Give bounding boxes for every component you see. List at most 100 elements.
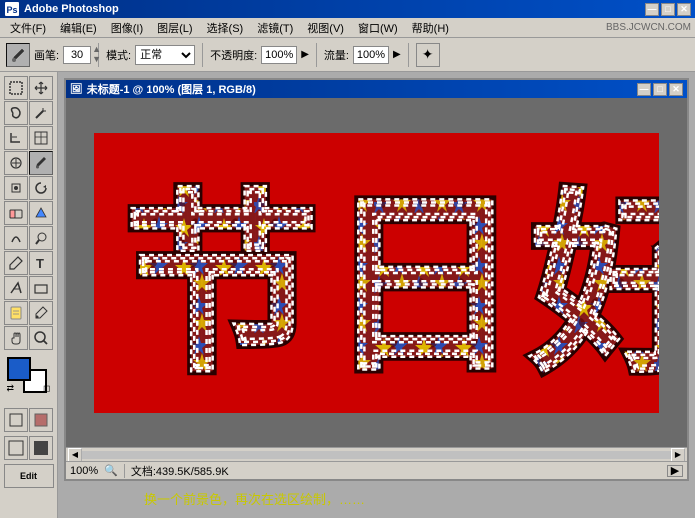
horizontal-scrollbar[interactable]: ◀ ▶: [66, 447, 687, 461]
canvas-viewport[interactable]: 节日好 节日好 节日好 节日好: [66, 98, 687, 447]
scroll-left-btn[interactable]: ◀: [68, 448, 82, 462]
zoom-controls[interactable]: 🔍: [104, 464, 118, 477]
edit-app-btn[interactable]: Edit: [4, 464, 54, 488]
path-select-tool[interactable]: [4, 276, 28, 300]
hand-tool[interactable]: [4, 326, 28, 350]
divider-3: [316, 43, 317, 67]
brush-label: 画笔:: [34, 47, 59, 63]
flow-arrow[interactable]: ▶: [393, 49, 401, 60]
document-window: 🖼 未标题-1 @ 100% (图层 1, RGB/8) — □ ✕: [64, 78, 689, 481]
image-canvas: 节日好 节日好 节日好 节日好: [94, 133, 659, 413]
notes-tool[interactable]: [4, 301, 28, 325]
opacity-label: 不透明度:: [210, 47, 257, 63]
tool-row-2: [2, 101, 55, 125]
healing-tool[interactable]: [4, 151, 28, 175]
bbs-tag: BBS.JCWCN.COM: [606, 22, 691, 33]
crop-tool[interactable]: [4, 126, 28, 150]
magic-wand-tool[interactable]: [29, 101, 53, 125]
dodge-tool[interactable]: [29, 226, 53, 250]
tool-row-6: [2, 201, 55, 225]
tool-row-8: T: [2, 251, 55, 275]
zoom-level: 100%: [70, 465, 98, 477]
menu-bar: 文件(F) 编辑(E) 图像(I) 图层(L) 选择(S) 滤镜(T) 视图(V…: [0, 18, 695, 38]
app-title: Adobe Photoshop: [24, 3, 645, 15]
blur-tool[interactable]: [4, 226, 28, 250]
brush-size-input[interactable]: [63, 46, 91, 64]
tool-row-4: [2, 151, 55, 175]
maximize-button[interactable]: □: [661, 3, 675, 16]
status-bar: 100% 🔍 文档:439.5K/585.9K ▶: [66, 461, 687, 479]
fill-tool[interactable]: [29, 201, 53, 225]
eyedropper-tool[interactable]: [29, 301, 53, 325]
extra-tools: Edit: [2, 408, 55, 488]
divider-4: [408, 43, 409, 67]
tool-row-9: [2, 276, 55, 300]
foreground-color[interactable]: [7, 357, 31, 381]
canvas-text-dashed-border: 节日好: [124, 177, 659, 395]
doc-window-buttons[interactable]: — □ ✕: [637, 83, 683, 96]
menu-window[interactable]: 窗口(W): [352, 18, 404, 38]
airbrush-btn[interactable]: ✦: [416, 43, 440, 67]
scroll-track-h[interactable]: [82, 451, 671, 459]
doc-info: 文档:439.5K/585.9K: [131, 463, 229, 479]
scroll-down-small[interactable]: ▶: [667, 465, 683, 477]
main-area: T: [0, 72, 695, 518]
brush-size-arrows[interactable]: ▲▼: [92, 44, 101, 64]
doc-title-bar: 🖼 未标题-1 @ 100% (图层 1, RGB/8) — □ ✕: [66, 80, 687, 98]
marquee-tool[interactable]: [4, 76, 28, 100]
close-button[interactable]: ✕: [677, 3, 691, 16]
history-brush-tool[interactable]: [29, 176, 53, 200]
svg-text:T: T: [36, 256, 44, 271]
menu-view[interactable]: 视图(V): [301, 18, 350, 38]
minimize-button[interactable]: —: [645, 3, 659, 16]
color-swatches[interactable]: ⇄ ◻: [7, 357, 51, 397]
menu-image[interactable]: 图像(I): [105, 18, 149, 38]
lasso-tool[interactable]: [4, 101, 28, 125]
pen-tool[interactable]: [4, 251, 28, 275]
options-toolbar: 画笔: ▲▼ 模式: 正常 不透明度: ▶ 流量: ▶ ✦: [0, 38, 695, 72]
move-tool[interactable]: [29, 76, 53, 100]
tool-row-3: [2, 126, 55, 150]
quick-mask-off[interactable]: [4, 408, 28, 432]
menu-filter[interactable]: 滤镜(T): [251, 18, 299, 38]
menu-edit[interactable]: 编辑(E): [54, 18, 103, 38]
app-icon: Ps: [4, 2, 20, 16]
slice-tool[interactable]: [29, 126, 53, 150]
menu-help[interactable]: 帮助(H): [406, 18, 455, 38]
brush-tool[interactable]: [29, 151, 53, 175]
doc-close-btn[interactable]: ✕: [669, 83, 683, 96]
tool-row-1: [2, 76, 55, 100]
title-bar: Ps Adobe Photoshop — □ ✕: [0, 0, 695, 18]
flow-label: 流量:: [324, 47, 349, 63]
status-divider: [124, 464, 125, 478]
canvas-area: 🖼 未标题-1 @ 100% (图层 1, RGB/8) — □ ✕: [58, 72, 695, 518]
menu-file[interactable]: 文件(F): [4, 18, 52, 38]
tool-row-10: [2, 301, 55, 325]
title-bar-buttons[interactable]: — □ ✕: [645, 3, 691, 16]
menu-layer[interactable]: 图层(L): [151, 18, 198, 38]
quick-mask-on[interactable]: [29, 408, 53, 432]
hint-text: 换一个前景色，再次在选区绘制，……: [64, 481, 689, 512]
zoom-tool[interactable]: [29, 326, 53, 350]
doc-maximize-btn[interactable]: □: [653, 83, 667, 96]
doc-minimize-btn[interactable]: —: [637, 83, 651, 96]
scroll-right-btn[interactable]: ▶: [671, 448, 685, 462]
type-tool[interactable]: T: [29, 251, 53, 275]
eraser-tool[interactable]: [4, 201, 28, 225]
mode-select[interactable]: 正常: [135, 45, 195, 65]
left-toolbar: T: [0, 72, 58, 518]
canvas-svg: 节日好 节日好 节日好 节日好: [94, 133, 659, 413]
menu-select[interactable]: 选择(S): [201, 18, 250, 38]
shape-tool[interactable]: [29, 276, 53, 300]
swap-colors-icon[interactable]: ⇄: [7, 383, 15, 394]
screen-mode-normal[interactable]: [4, 436, 28, 460]
opacity-input[interactable]: [261, 46, 297, 64]
brush-tool-icon[interactable]: [6, 43, 30, 67]
opacity-arrow[interactable]: ▶: [301, 49, 309, 60]
screen-mode-full[interactable]: [29, 436, 53, 460]
doc-title: 未标题-1 @ 100% (图层 1, RGB/8): [87, 81, 637, 97]
divider-2: [202, 43, 203, 67]
default-colors-icon[interactable]: ◻: [43, 383, 50, 394]
clone-tool[interactable]: [4, 176, 28, 200]
flow-input[interactable]: [353, 46, 389, 64]
